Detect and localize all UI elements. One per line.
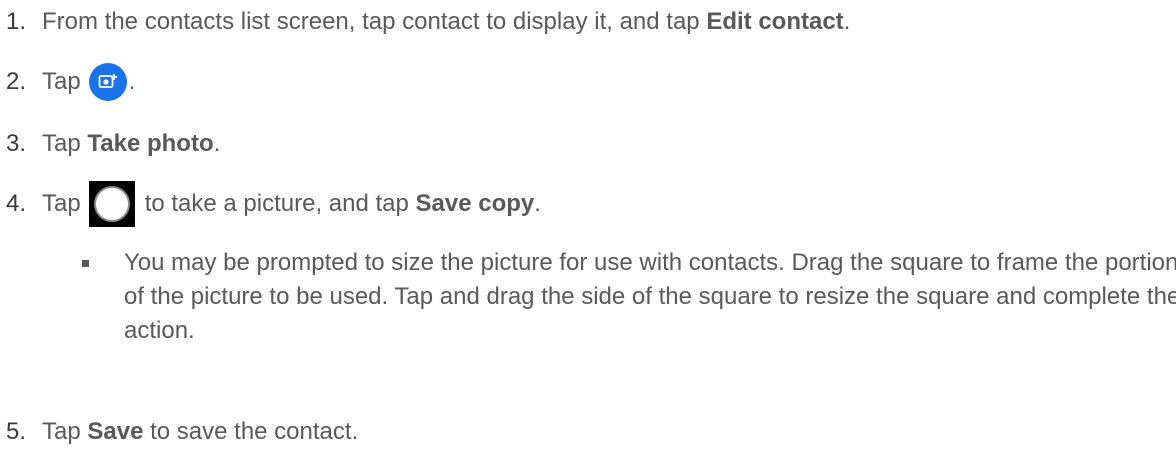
- step-number: 3.: [6, 130, 27, 157]
- step-text: Tap .: [42, 63, 135, 101]
- step-text-post: .: [534, 190, 541, 217]
- camera-plus-icon: [98, 74, 117, 88]
- bullet-marker: [82, 260, 89, 267]
- shutter-ring: [93, 186, 130, 222]
- step-number: 5.: [6, 418, 27, 445]
- save-copy-label: Save copy: [415, 190, 535, 217]
- save-label: Save: [87, 418, 144, 445]
- take-photo-label: Take photo: [87, 130, 214, 157]
- shutter-icon[interactable]: [88, 181, 135, 227]
- step-text-post: .: [128, 68, 136, 95]
- sub-bullet-text: You may be prompted to size the picture …: [124, 249, 1176, 344]
- step-number: 2.: [6, 68, 27, 95]
- step-text-post: to save the contact.: [143, 418, 359, 445]
- step-text-pre: Tap: [42, 130, 88, 157]
- add-photo-icon[interactable]: [88, 63, 127, 101]
- edit-contact-label: Edit contact: [706, 8, 844, 35]
- step-text: Tap to take a picture, and tap Save copy…: [42, 181, 541, 227]
- step-text: Tap Save to save the contact.: [42, 418, 358, 446]
- step-text-pre: Tap: [42, 68, 81, 95]
- step-text-pre: Tap: [42, 418, 88, 445]
- step-text: Tap Take photo .: [42, 130, 220, 158]
- step-text: From the contacts list screen, tap conta…: [42, 8, 850, 36]
- step-number: 4.: [6, 190, 27, 217]
- step-number: 1.: [6, 8, 27, 35]
- step-text-mid: to take a picture, and tap: [144, 190, 416, 217]
- step-text-pre: From the contacts list screen, tap conta…: [42, 8, 707, 35]
- step-text-post: .: [843, 8, 851, 35]
- step-text-post: .: [213, 130, 221, 157]
- step-text-pre: Tap: [42, 190, 81, 217]
